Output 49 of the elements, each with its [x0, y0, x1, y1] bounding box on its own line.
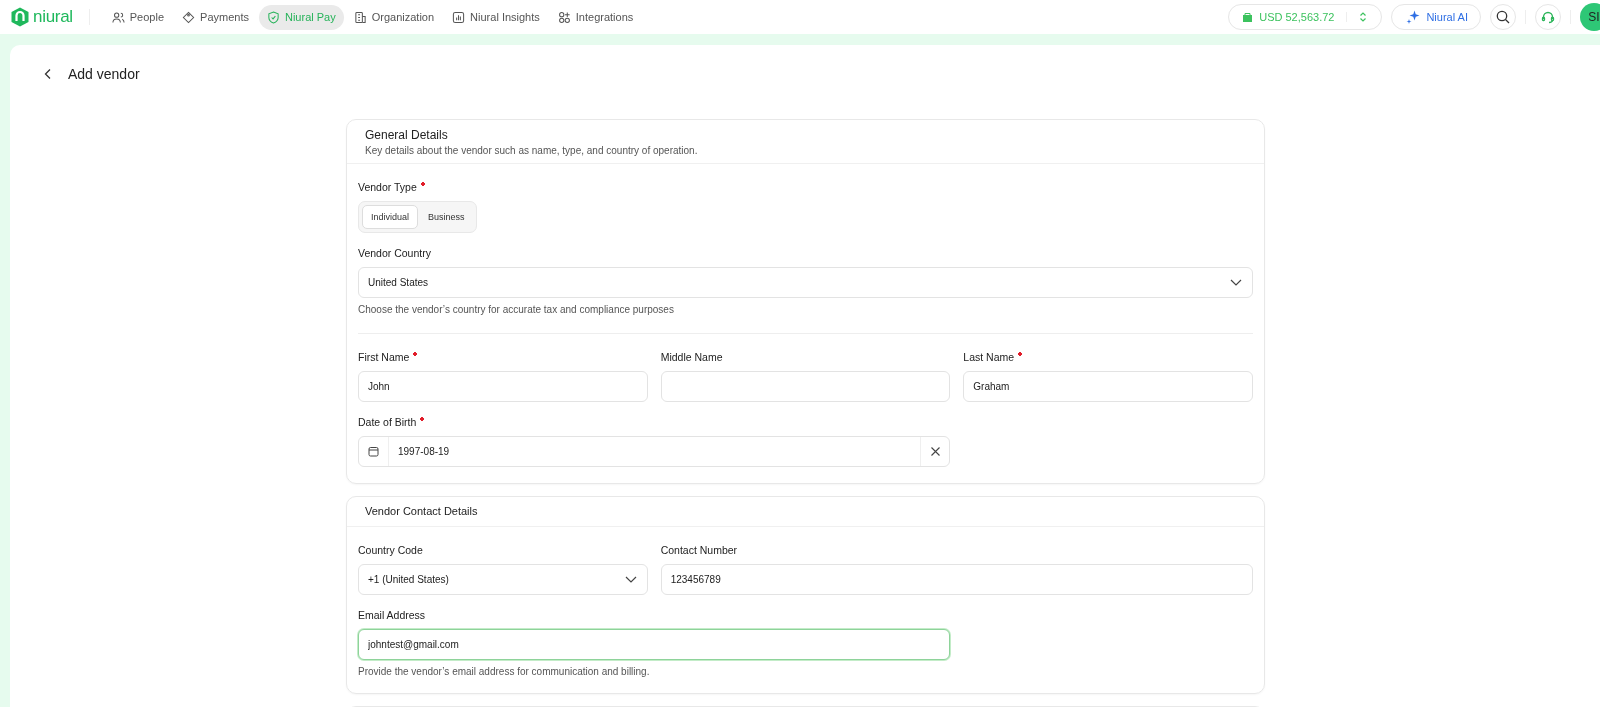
section-title: Vendor Contact Details	[365, 505, 479, 517]
updown-chevron-icon	[1359, 11, 1368, 23]
field-label: First Name	[358, 351, 418, 363]
field-label: Email Address	[358, 609, 426, 621]
building-icon	[353, 10, 367, 24]
nav-tab[interactable]: Integrations	[549, 4, 642, 30]
field-label: Vendor Type	[358, 181, 425, 193]
close-icon	[930, 447, 940, 456]
segment-option[interactable]: Individual	[362, 205, 419, 229]
field-label: Last Name	[963, 351, 1023, 363]
field-label: Contact Number	[660, 544, 738, 556]
back-chevron-icon	[44, 68, 52, 80]
search-icon	[1496, 10, 1510, 24]
page-title: Add vendor	[68, 66, 140, 82]
shield-icon	[266, 10, 280, 24]
sparkle-icon	[1406, 10, 1421, 24]
chart-icon	[452, 10, 466, 24]
field-label: Vendor Country	[358, 247, 431, 259]
field-label: Date of Birth	[358, 416, 425, 428]
text-input[interactable]	[660, 371, 951, 402]
field-hint: Provide the vendor’s email address for communication and billing.	[358, 666, 651, 677]
wallet-icon	[1242, 11, 1254, 23]
nav-tab[interactable]: Payments	[174, 4, 257, 30]
tag-icon	[182, 10, 196, 24]
apps-icon	[557, 10, 571, 24]
text-input[interactable]: johntest@gmail.com	[358, 629, 951, 660]
field-label: Middle Name	[660, 351, 723, 363]
brand-logo-icon	[11, 7, 29, 27]
text-input[interactable]: Graham	[963, 371, 1253, 402]
brand-name: niural	[33, 7, 73, 27]
chevron-down-icon	[1230, 279, 1242, 286]
section-title: General Details	[365, 128, 449, 142]
select-field[interactable]: United States	[358, 267, 1253, 298]
select-field[interactable]: +1 (United States)	[358, 564, 648, 595]
nav-tab[interactable]: Organization	[345, 4, 443, 30]
people-icon	[111, 10, 125, 24]
nav-tab[interactable]: People	[103, 4, 173, 30]
text-input[interactable]: John	[358, 371, 648, 402]
calendar-icon	[368, 446, 379, 457]
date-field[interactable]: 1997-08-19	[358, 436, 951, 467]
nav-tab[interactable]: Niural Insights	[444, 4, 548, 30]
headset-icon	[1541, 10, 1555, 24]
chevron-down-icon	[624, 576, 637, 583]
field-label: Country Code	[358, 544, 423, 556]
section-description: Key details about the vendor such as name, type, and country of operation.	[365, 145, 699, 156]
text-input[interactable]: 123456789	[660, 564, 1253, 595]
segment-option[interactable]: Business	[420, 205, 473, 229]
field-hint: Choose the vendor’s country for accurate tax and compliance purposes	[358, 304, 675, 315]
user-avatar[interactable]: SI	[1580, 3, 1600, 31]
